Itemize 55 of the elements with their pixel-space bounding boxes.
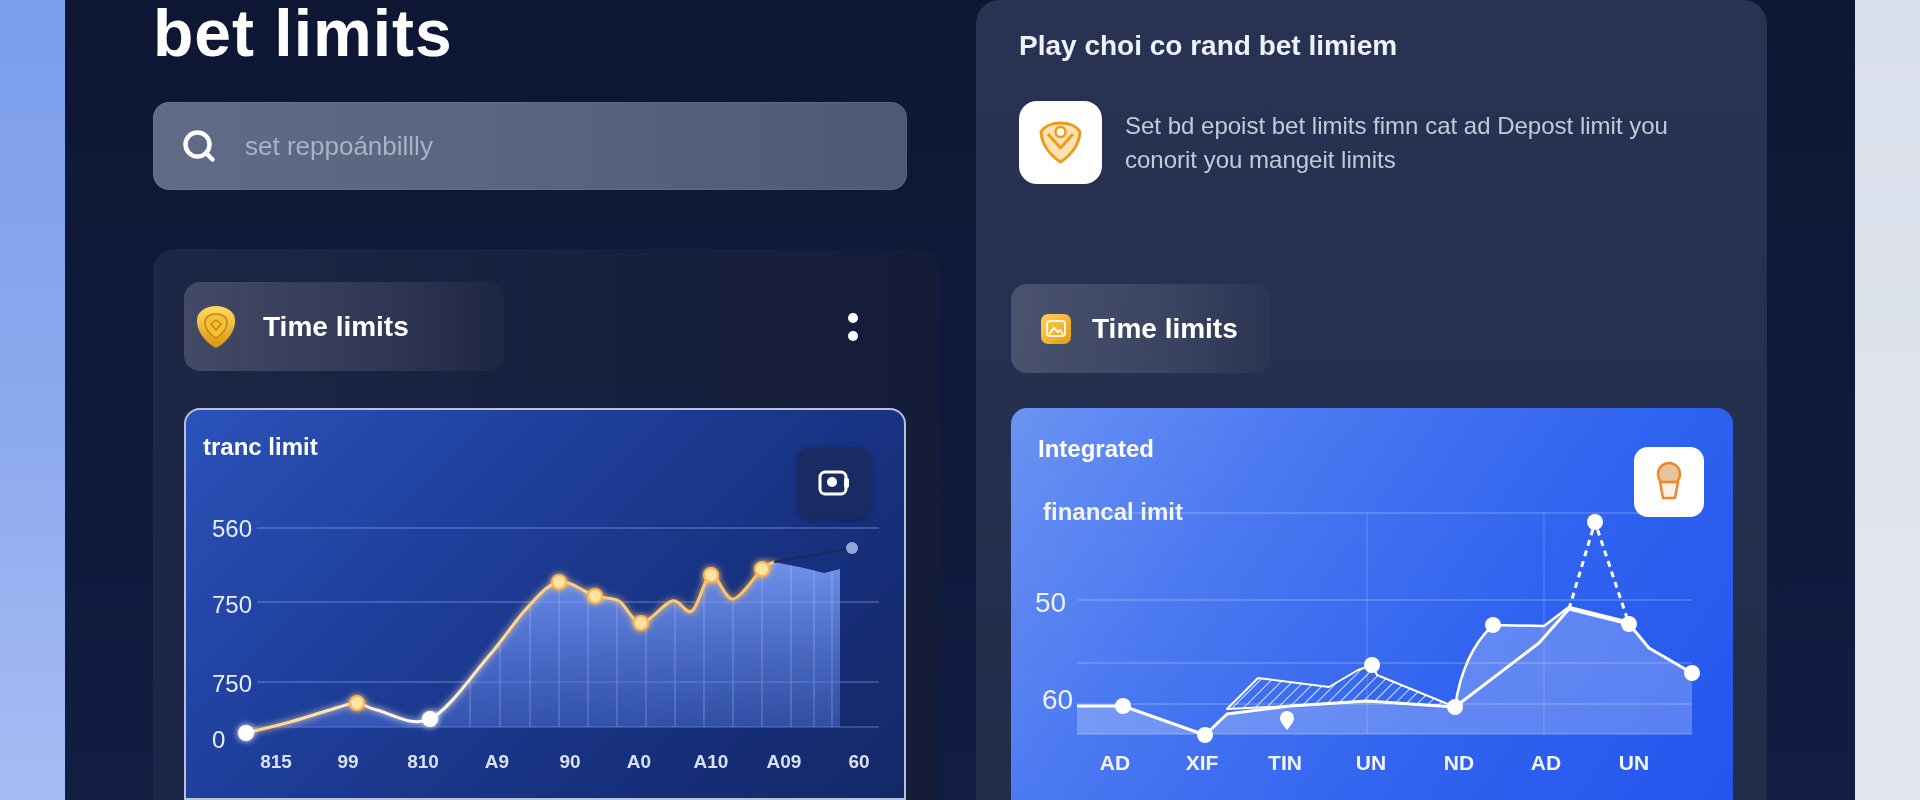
x-axis-label: A9 [484,751,510,772]
data-point [587,588,603,604]
chart-title: tranc limit [203,433,318,461]
y-axis-label: 0 [212,726,226,753]
y-axis-label: 60 [1042,684,1074,715]
data-point [1197,727,1213,743]
x-axis-label: A0 [626,751,652,772]
data-point [551,574,567,590]
x-axis-label: 815 [260,751,292,772]
section-title: Time limits [1092,312,1238,345]
x-axis-label: A09 [766,751,802,772]
x-axis-label: 810 [407,751,439,772]
wallet-icon [818,470,850,496]
x-axis-label: AD [1099,751,1131,774]
data-point [633,615,649,631]
y-axis-label: 750 [212,670,253,697]
search-icon [181,128,217,164]
wallet-button[interactable] [797,447,871,519]
x-axis-label: AD [1530,751,1562,774]
page-title: bet limits [153,0,453,66]
data-point [846,542,858,554]
x-axis-label: TIN [1268,751,1302,774]
x-axis-label: UN [1618,751,1650,774]
section-title: Time limits [263,310,409,343]
description-text: Set bd epoist bet limits fimn cat ad Depost limit you conorit you mangeit limits [1125,111,1669,175]
shield-icon [196,304,236,349]
card-title: Play choi co rand bet limiem [1019,29,1398,63]
data-point [1115,698,1131,714]
x-axis-label: 99 [337,751,359,772]
data-point [422,711,438,727]
data-point [703,567,719,583]
ice-cream-icon [1634,447,1704,517]
data-point [1684,665,1700,681]
data-point [238,725,254,741]
y-axis-label: 750 [212,591,253,618]
x-axis-label: ND [1443,751,1475,774]
x-axis-label: A10 [693,751,729,772]
x-axis-label: 90 [559,751,581,772]
x-axis-label: UN [1355,751,1387,774]
pin-marker [1280,711,1294,730]
data-point [1587,514,1603,530]
x-axis-label: XIF [1185,751,1219,774]
data-point [1485,617,1501,633]
data-point [1621,616,1637,632]
chart-title: Integrated [1038,435,1154,463]
y-axis-label: 50 [1035,587,1067,618]
data-point [349,695,365,711]
y-axis-label: 560 [212,515,253,542]
chart-subtitle: financal imit [1043,498,1184,526]
search-field[interactable]: set reppoánbillly [153,102,907,190]
data-point [754,561,770,577]
shield-icon [1019,101,1102,184]
more-options-icon[interactable] [847,310,859,343]
image-icon [1041,313,1071,344]
x-axis-label: 60 [848,751,870,772]
